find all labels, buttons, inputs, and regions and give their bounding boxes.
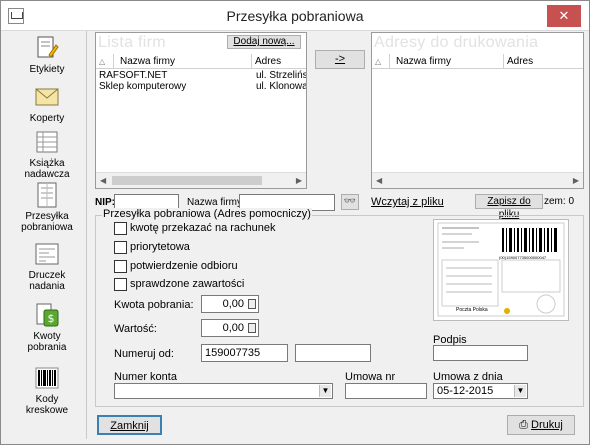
account-select[interactable]: ▼ (114, 383, 333, 399)
list-item-name: Sklep komputerowy (99, 81, 187, 92)
close-button[interactable]: Zamknij (97, 415, 162, 435)
scroll-thumb[interactable] (112, 176, 262, 185)
load-from-file-button[interactable]: Wczytaj z pliku (371, 196, 444, 208)
column-header-address[interactable]: Adres (252, 54, 306, 69)
sidebar-item-kwoty[interactable]: $ Kwoty pobrania (7, 302, 87, 353)
barcode-icon (35, 367, 59, 389)
value-input[interactable]: 0,00 (201, 319, 259, 337)
sidebar-item-etykiety[interactable]: Etykiety (7, 35, 87, 75)
company-list-panel: Lista firm Dodaj nową... △ Nazwa firmy A… (95, 32, 307, 189)
sidebar-label: pobrania (27, 342, 67, 353)
column-header-name[interactable]: Nazwa firmy (390, 54, 504, 69)
checkbox-receipt[interactable] (114, 260, 127, 273)
sidebar: Etykiety Koperty Książka nadawcza Przesy… (7, 31, 87, 439)
number-from-input[interactable]: 159007735 (201, 344, 288, 362)
sidebar-label: pobraniowa (21, 222, 73, 233)
register-book-icon (36, 131, 58, 153)
save-to-file-button[interactable]: Zapisz do pliku (475, 194, 543, 220)
print-list-columns: △ Nazwa firmy Adres (372, 54, 583, 69)
scroll-left-icon[interactable]: ◀ (376, 176, 382, 185)
horizontal-scrollbar[interactable]: ◀ ▶ (372, 172, 583, 188)
print-list-header: Adresy do drukowania (374, 34, 539, 51)
signature-input[interactable] (433, 345, 528, 361)
sidebar-label: nadania (29, 281, 65, 292)
column-header-name[interactable]: Nazwa firmy (114, 54, 252, 69)
title-bar: Przesyłka pobraniowa ✕ (1, 1, 589, 31)
account-label: Numer konta (114, 371, 177, 383)
search-button[interactable]: 👓 (341, 194, 359, 210)
labels-icon (37, 36, 59, 58)
nip-label: NIP: (95, 197, 115, 208)
envelope-icon (35, 88, 59, 106)
chevron-down-icon[interactable]: ▼ (514, 385, 526, 397)
label-preview-drawing (437, 222, 565, 317)
label-preview: (00)159007735000000047 Poczta Polska (433, 219, 569, 321)
value-label: Wartość: (114, 323, 157, 335)
sidebar-label: Druczek (28, 270, 66, 281)
contract-date-label: Umowa z dnia (433, 371, 503, 383)
amount-label: Kwota pobrania: (114, 299, 194, 311)
number-to-input[interactable] (295, 344, 371, 362)
checkbox-label: priorytetowa (130, 241, 190, 253)
list-item[interactable]: Sklep komputerowy ul. Klonowa 2 (96, 81, 306, 93)
calculator-icon[interactable] (248, 299, 256, 309)
checkbox-label: sprawdzone zawartości (130, 278, 245, 290)
amount-input[interactable]: 0,00 (201, 295, 259, 313)
preview-barcode-number: (00)159007735000000047 (499, 255, 547, 260)
sidebar-item-druczek[interactable]: Druczek nadania (7, 241, 87, 292)
sidebar-label: Koperty (29, 113, 65, 124)
transfer-button[interactable]: -> (315, 50, 365, 69)
horizontal-scrollbar[interactable]: ◀ ▶ (96, 172, 306, 188)
print-button[interactable]: ⎙ Drukuj (507, 415, 575, 435)
contract-input[interactable] (345, 383, 427, 399)
sidebar-label: Kwoty (33, 331, 61, 342)
scroll-right-icon[interactable]: ▶ (296, 176, 302, 185)
sidebar-label: Książka (29, 158, 65, 169)
checkbox-label: potwierdzenie odbioru (130, 260, 238, 272)
sort-arrow-icon[interactable]: △ (372, 54, 390, 69)
scroll-right-icon[interactable]: ▶ (573, 176, 579, 185)
binoculars-icon: 👓 (343, 196, 357, 207)
contract-date-picker[interactable]: 05-12-2015 ▼ (433, 383, 528, 399)
window-title: Przesyłka pobraniowa (226, 8, 364, 24)
sort-arrow-icon[interactable]: △ (96, 54, 114, 69)
sidebar-item-koperty[interactable]: Koperty (7, 84, 87, 124)
scroll-left-icon[interactable]: ◀ (100, 176, 106, 185)
print-list-panel: Adresy do drukowania △ Nazwa firmy Adres… (371, 32, 584, 189)
printer-icon: ⎙ (519, 419, 532, 431)
company-list-columns: △ Nazwa firmy Adres (96, 54, 306, 69)
money-icon: $ (36, 303, 59, 327)
add-company-button[interactable]: Dodaj nową... (227, 35, 301, 49)
sidebar-item-kody[interactable]: Kody kreskowe (7, 365, 87, 416)
company-name-label: Nazwa firmy: (187, 197, 245, 208)
preview-footer: Poczta Polska (456, 307, 488, 313)
contract-label: Umowa nr (345, 371, 396, 383)
close-window-button[interactable]: ✕ (547, 5, 581, 27)
checkbox-contents[interactable] (114, 278, 127, 291)
sidebar-label: nadawcza (24, 169, 70, 180)
sidebar-label: Etykiety (29, 64, 65, 75)
sidebar-label: Przesyłka (25, 211, 69, 222)
sidebar-label: kreskowe (25, 405, 69, 416)
chevron-down-icon[interactable]: ▼ (319, 385, 331, 397)
svg-text:$: $ (48, 312, 55, 325)
checkbox-priority[interactable] (114, 241, 127, 254)
cod-form-icon (37, 182, 57, 208)
checkbox-label: kwotę przekazać na rachunek (130, 222, 276, 234)
postal-slip-icon (35, 243, 59, 265)
sidebar-label: Kody (35, 394, 59, 405)
column-header-address[interactable]: Adres (504, 54, 583, 69)
sidebar-item-przesylka[interactable]: Przesyłka pobraniowa (7, 182, 87, 233)
count-label: zem: 0 (544, 196, 575, 207)
number-from-label: Numeruj od: (114, 348, 174, 360)
group-title: Przesyłka pobraniowa (Adres pomocniczy) (102, 208, 312, 220)
checkbox-account[interactable] (114, 222, 127, 235)
sidebar-item-ksiazka[interactable]: Książka nadawcza (7, 129, 87, 180)
main-window: Przesyłka pobraniowa ✕ Etykiety Koperty … (0, 0, 590, 445)
calculator-icon[interactable] (248, 323, 256, 333)
list-item-address: ul. Klonowa 2 (256, 81, 306, 92)
